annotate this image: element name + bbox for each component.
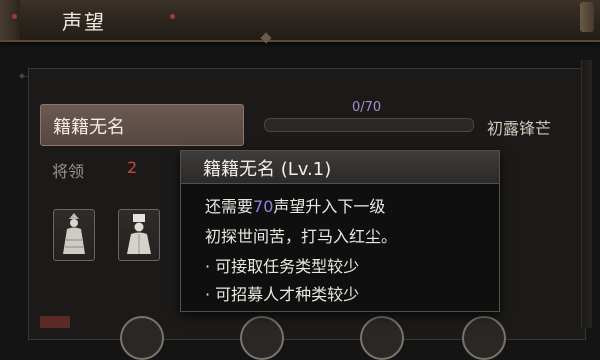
general-slot[interactable] — [53, 209, 95, 261]
panel-right-scroll-edge — [581, 60, 592, 328]
tooltip-requirement: 还需要70声望升入下一级 — [205, 193, 385, 217]
scroll-end-icon — [580, 2, 594, 32]
tooltip-bullet: · 可招募人才种类较少 — [205, 285, 360, 304]
banner-left-ornament — [0, 0, 20, 40]
reputation-name-box[interactable]: 籍籍无名 — [40, 104, 244, 146]
bottom-slot-circle[interactable] — [360, 316, 404, 360]
male-general-portrait-icon — [127, 214, 151, 254]
next-rank-label: 初露锋芒 — [487, 119, 552, 138]
banner-red-dot-icon — [12, 14, 17, 19]
title-banner: 声望 — [0, 0, 600, 44]
bottom-slot-circle[interactable] — [120, 316, 164, 360]
rank-tooltip: 籍籍无名 (Lv.1) 还需要70声望升入下一级 初探世间苦，打马入红尘。 · … — [180, 150, 500, 312]
bottom-slot-circle[interactable] — [240, 316, 284, 360]
page-title: 声望 — [62, 10, 106, 34]
tooltip-title: 籍籍无名 (Lv.1) — [203, 159, 332, 180]
generals-count: 2 — [127, 158, 138, 177]
reputation-rank-name: 籍籍无名 — [53, 117, 125, 138]
bottom-tab-marker — [40, 316, 70, 328]
female-general-portrait-icon — [63, 213, 85, 254]
requirement-prefix: 还需要 — [205, 197, 254, 216]
reputation-progress-bar — [264, 118, 474, 132]
divider-dot-icon — [19, 73, 25, 79]
tooltip-bullet: · 可接取任务类型较少 — [205, 257, 360, 276]
banner-red-dot-icon — [170, 14, 175, 19]
requirement-value: 70 — [253, 197, 274, 216]
bottom-slot-circle[interactable] — [462, 316, 506, 360]
general-slot[interactable] — [118, 209, 160, 261]
generals-label: 将领 — [52, 162, 85, 181]
reputation-progress-value: 0/70 — [352, 100, 382, 115]
tooltip-flavor-text: 初探世间苦，打马入红尘。 — [205, 227, 398, 246]
banner-knot-icon — [260, 32, 272, 44]
requirement-suffix: 声望升入下一级 — [273, 197, 386, 216]
tooltip-header: 籍籍无名 (Lv.1) — [181, 151, 499, 184]
